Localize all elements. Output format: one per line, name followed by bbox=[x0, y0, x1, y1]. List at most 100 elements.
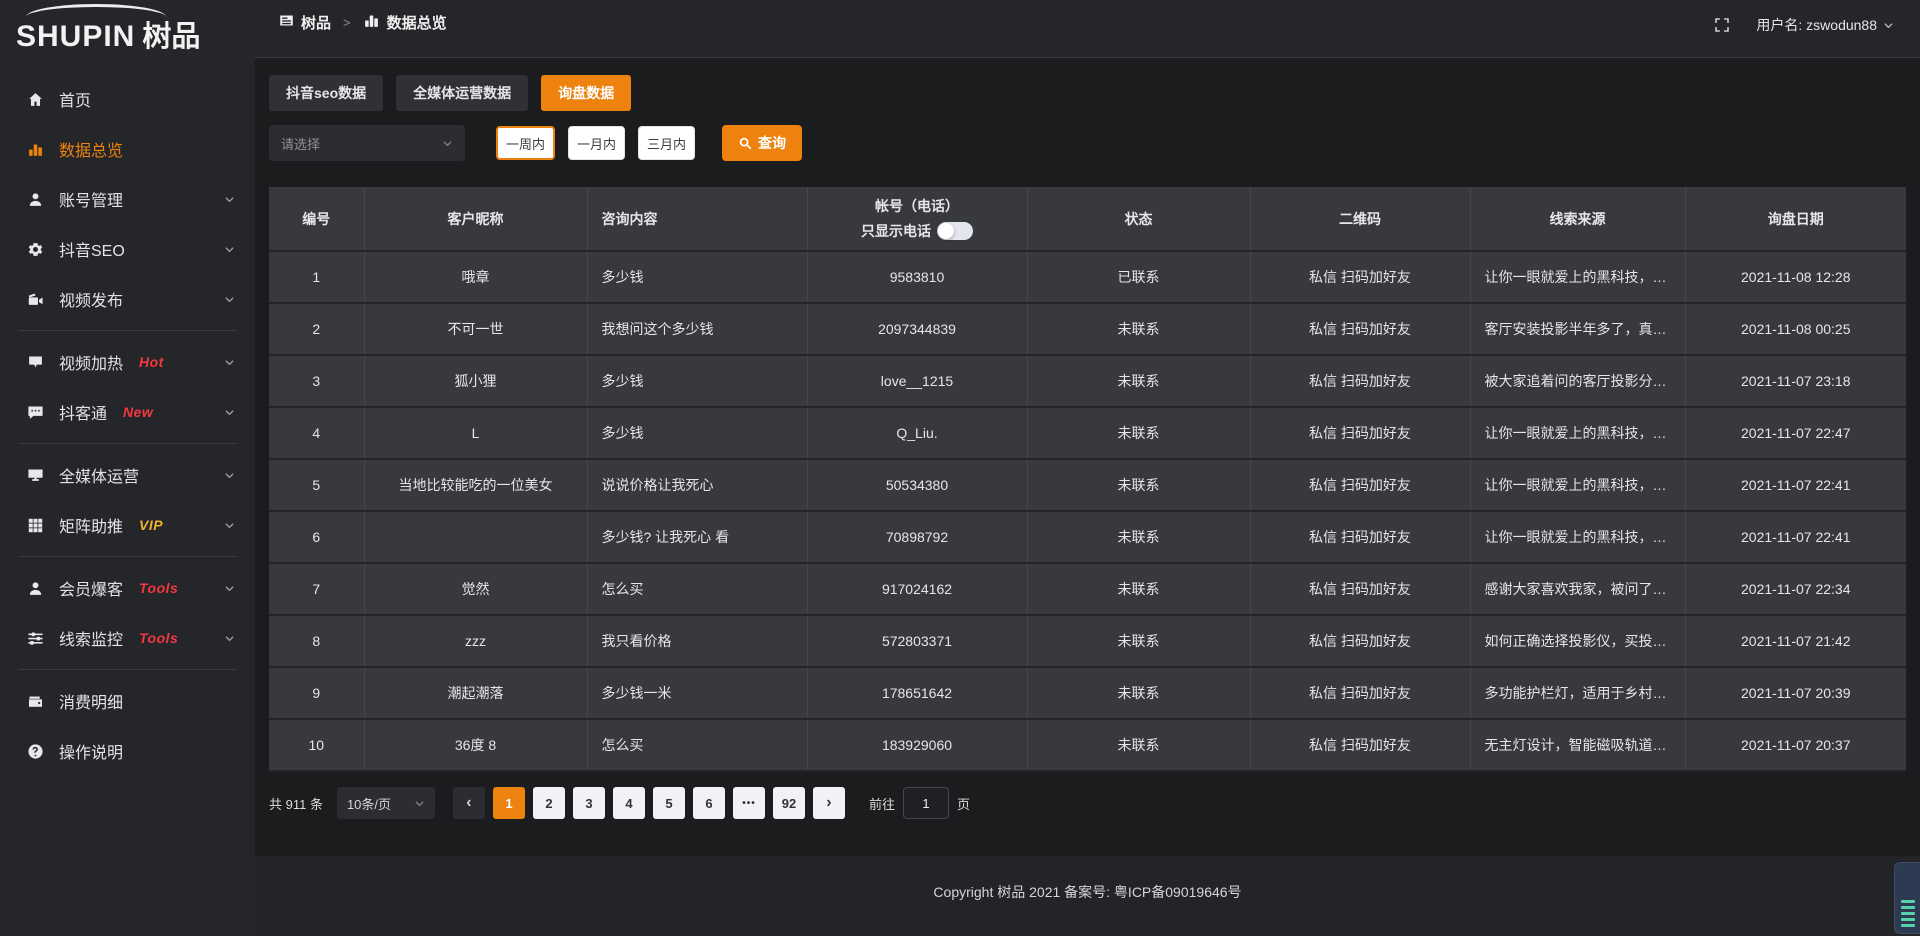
sign-icon bbox=[26, 353, 44, 371]
tab-询盘数据[interactable]: 询盘数据 bbox=[541, 75, 631, 111]
customer-nickname: 狐小狸 bbox=[364, 355, 587, 407]
sidebar-item-label: 全媒体运营 bbox=[59, 463, 139, 487]
lead-source-link[interactable]: 客厅安装投影半年多了，真实... bbox=[1470, 303, 1685, 355]
inquiry-date: 2021-11-07 23:18 bbox=[1685, 355, 1906, 407]
qr-code-link[interactable]: 私信 扫码加好友 bbox=[1250, 667, 1470, 719]
page-button-3[interactable]: 3 bbox=[573, 787, 605, 819]
period-button-一月内[interactable]: 一月内 bbox=[568, 126, 625, 160]
qr-code-link[interactable]: 私信 扫码加好友 bbox=[1250, 303, 1470, 355]
inquiry-content: 怎么买 bbox=[587, 563, 807, 615]
sidebar-item-label: 矩阵助推 bbox=[59, 513, 123, 537]
customer-nickname: 不可一世 bbox=[364, 303, 587, 355]
inquiry-content: 多少钱 bbox=[587, 407, 807, 459]
period-button-一周内[interactable]: 一周内 bbox=[496, 126, 555, 160]
chevron-down-icon bbox=[224, 520, 235, 531]
sidebar-item-全媒体运营[interactable]: 全媒体运营 bbox=[0, 450, 255, 500]
page-button-6[interactable]: 6 bbox=[693, 787, 725, 819]
fullscreen-icon[interactable] bbox=[1714, 17, 1730, 33]
sidebar-item-矩阵助推[interactable]: 矩阵助推VIP bbox=[0, 500, 255, 550]
page-button-4[interactable]: 4 bbox=[613, 787, 645, 819]
logo-arc-decoration bbox=[26, 4, 166, 30]
column-header-帐号（电话）: 帐号（电话）只显示电话 bbox=[807, 187, 1027, 251]
customer-nickname: zzz bbox=[364, 615, 587, 667]
qr-code-link[interactable]: 私信 扫码加好友 bbox=[1250, 459, 1470, 511]
qr-code-link[interactable]: 私信 扫码加好友 bbox=[1250, 615, 1470, 667]
floating-widget[interactable] bbox=[1894, 862, 1920, 934]
sidebar-item-视频发布[interactable]: 视频发布 bbox=[0, 274, 255, 324]
sidebar-item-badge: New bbox=[123, 404, 153, 420]
next-page-button[interactable]: › bbox=[813, 787, 845, 819]
lead-source-link[interactable]: 如何正确选择投影仪，买投影... bbox=[1470, 615, 1685, 667]
page-button-5[interactable]: 5 bbox=[653, 787, 685, 819]
lead-source-link[interactable]: 让你一眼就爱上的黑科技，能... bbox=[1470, 251, 1685, 303]
user-menu[interactable]: 用户名: zswodun88 bbox=[1756, 15, 1894, 35]
sidebar-item-会员爆客[interactable]: 会员爆客Tools bbox=[0, 563, 255, 613]
column-header-线索来源: 线索来源 bbox=[1470, 187, 1685, 251]
chevron-right-icon: › bbox=[826, 794, 831, 812]
account-phone: 917024162 bbox=[807, 563, 1027, 615]
lead-source-link[interactable]: 感谢大家喜欢我家，被问了好... bbox=[1470, 563, 1685, 615]
page-button-1[interactable]: 1 bbox=[493, 787, 525, 819]
lead-source-link[interactable]: 让你一眼就爱上的黑科技，能... bbox=[1470, 511, 1685, 563]
widget-bar bbox=[1901, 900, 1915, 903]
chevron-down-icon bbox=[442, 138, 453, 149]
sidebar-item-抖客通[interactable]: 抖客通New bbox=[0, 387, 255, 437]
page-button-92[interactable]: 92 bbox=[773, 787, 805, 819]
lead-source-link[interactable]: 被大家追着问的客厅投影分享... bbox=[1470, 355, 1685, 407]
account-column-title: 帐号（电话） bbox=[818, 196, 1017, 216]
copyright-text: Copyright 树品 2021 备案号: 粤ICP备09019646号 bbox=[933, 882, 1241, 902]
breadcrumb-item-current[interactable]: 数据总览 bbox=[363, 12, 447, 33]
phone-only-toggle[interactable] bbox=[937, 222, 973, 240]
inquiry-date: 2021-11-08 00:25 bbox=[1685, 303, 1906, 355]
table-row: 1哦章多少钱9583810已联系私信 扫码加好友让你一眼就爱上的黑科技，能...… bbox=[269, 251, 1906, 303]
qr-code-link[interactable]: 私信 扫码加好友 bbox=[1250, 355, 1470, 407]
status-badge: 未联系 bbox=[1027, 719, 1250, 771]
status-badge: 已联系 bbox=[1027, 251, 1250, 303]
inquiry-date: 2021-11-08 12:28 bbox=[1685, 251, 1906, 303]
lead-source-link[interactable]: 无主灯设计，智能磁吸轨道灯... bbox=[1470, 719, 1685, 771]
sidebar-divider bbox=[18, 556, 237, 557]
sidebar-item-抖音SEO[interactable]: 抖音SEO bbox=[0, 224, 255, 274]
app-logo[interactable]: SHUPIN 树品 bbox=[0, 0, 255, 60]
page-ellipsis[interactable]: ••• bbox=[733, 787, 765, 819]
period-button-三月内[interactable]: 三月内 bbox=[638, 126, 695, 160]
inquiry-table: 编号客户昵称咨询内容帐号（电话）只显示电话状态二维码线索来源询盘日期 1哦章多少… bbox=[269, 187, 1906, 772]
qr-code-link[interactable]: 私信 扫码加好友 bbox=[1250, 407, 1470, 459]
account-phone: 50534380 bbox=[807, 459, 1027, 511]
goto-page-input[interactable] bbox=[903, 787, 949, 819]
qr-code-link[interactable]: 私信 扫码加好友 bbox=[1250, 563, 1470, 615]
inquiry-date: 2021-11-07 22:34 bbox=[1685, 563, 1906, 615]
chart-icon bbox=[26, 140, 44, 158]
qr-code-link[interactable]: 私信 扫码加好友 bbox=[1250, 251, 1470, 303]
tab-抖音seo数据[interactable]: 抖音seo数据 bbox=[269, 75, 383, 111]
filter-select[interactable]: 请选择 bbox=[269, 125, 465, 161]
inquiry-date: 2021-11-07 21:42 bbox=[1685, 615, 1906, 667]
customer-nickname: 潮起潮落 bbox=[364, 667, 587, 719]
sidebar-item-消费明细[interactable]: 消费明细 bbox=[0, 676, 255, 726]
lead-source-link[interactable]: 多功能护栏灯，适用于乡村文... bbox=[1470, 667, 1685, 719]
qr-code-link[interactable]: 私信 扫码加好友 bbox=[1250, 719, 1470, 771]
gear-icon bbox=[26, 240, 44, 258]
page-button-2[interactable]: 2 bbox=[533, 787, 565, 819]
widget-bar bbox=[1901, 912, 1915, 915]
qr-code-link[interactable]: 私信 扫码加好友 bbox=[1250, 511, 1470, 563]
sidebar-item-数据总览[interactable]: 数据总览 bbox=[0, 124, 255, 174]
prev-page-button[interactable]: ‹ bbox=[453, 787, 485, 819]
account-phone: Q_Liu. bbox=[807, 407, 1027, 459]
lead-source-link[interactable]: 让你一眼就爱上的黑科技，能... bbox=[1470, 407, 1685, 459]
sidebar-item-操作说明[interactable]: 操作说明 bbox=[0, 726, 255, 776]
tab-全媒体运营数据[interactable]: 全媒体运营数据 bbox=[396, 75, 528, 111]
sidebar-item-badge: Tools bbox=[139, 580, 178, 596]
page-size-select[interactable]: 10条/页 bbox=[337, 787, 435, 819]
sidebar-item-label: 消费明细 bbox=[59, 689, 123, 713]
sidebar-item-账号管理[interactable]: 账号管理 bbox=[0, 174, 255, 224]
table-row: 1036度 8怎么买183929060未联系私信 扫码加好友无主灯设计，智能磁吸… bbox=[269, 719, 1906, 771]
question-icon bbox=[26, 742, 44, 760]
query-button[interactable]: 查询 bbox=[722, 125, 802, 161]
sidebar-item-首页[interactable]: 首页 bbox=[0, 74, 255, 124]
inquiry-date: 2021-11-07 22:41 bbox=[1685, 511, 1906, 563]
sidebar-item-视频加热[interactable]: 视频加热Hot bbox=[0, 337, 255, 387]
lead-source-link[interactable]: 让你一眼就爱上的黑科技，能... bbox=[1470, 459, 1685, 511]
sidebar-item-线索监控[interactable]: 线索监控Tools bbox=[0, 613, 255, 663]
breadcrumb-item-home[interactable]: 树品 bbox=[279, 12, 331, 33]
